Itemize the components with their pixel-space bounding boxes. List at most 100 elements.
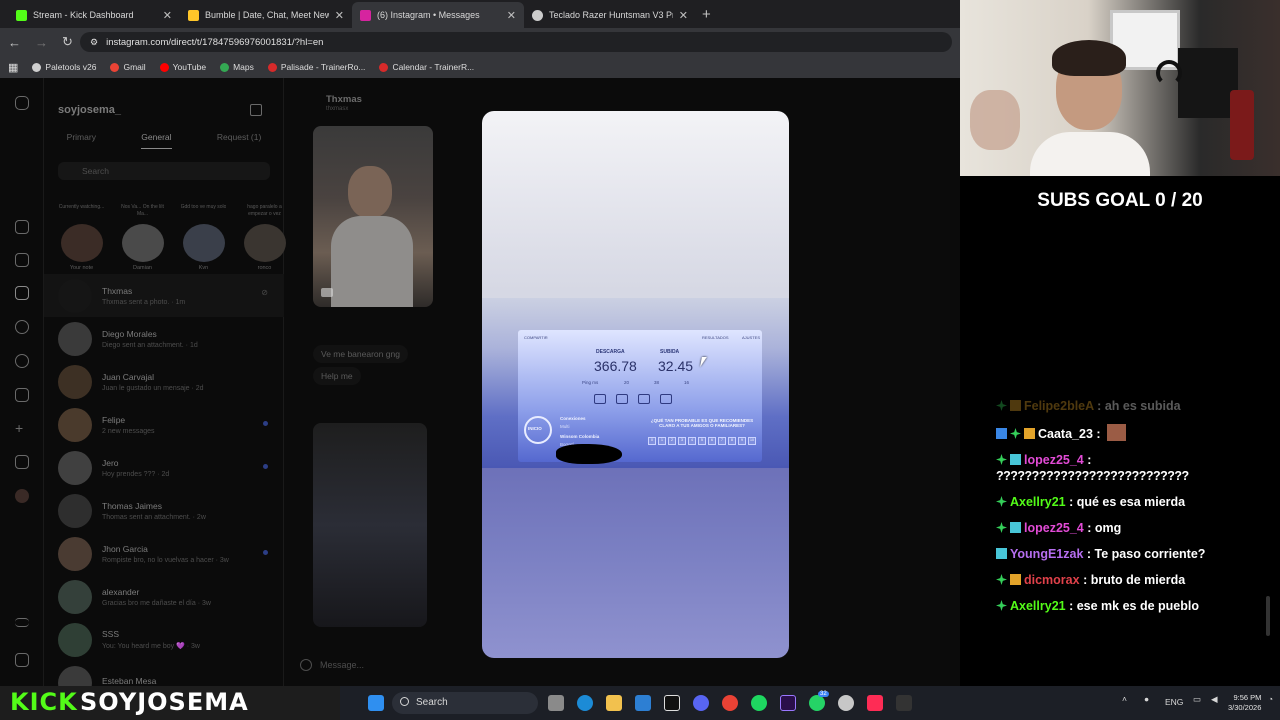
tab-primary[interactable]: Primary bbox=[67, 132, 96, 149]
more-menu-icon[interactable] bbox=[15, 618, 29, 627]
reload-icon[interactable]: ↻ bbox=[62, 34, 73, 50]
close-icon[interactable]: ✕ bbox=[679, 9, 688, 22]
chat-user: Axellry21 bbox=[1010, 599, 1066, 613]
shared-photo-thumbnail[interactable] bbox=[313, 423, 427, 627]
note-item[interactable]: Gdd too ve muy solo Kvn bbox=[180, 204, 227, 274]
close-icon[interactable]: ✕ bbox=[507, 9, 516, 22]
messages-icon[interactable] bbox=[15, 286, 29, 300]
kick-favicon-icon bbox=[16, 9, 27, 21]
note-bubble: Gdd too ve muy solo bbox=[180, 204, 227, 210]
streamer-hand bbox=[970, 90, 1020, 150]
file-explorer-icon[interactable] bbox=[606, 695, 622, 711]
avatar bbox=[58, 579, 92, 614]
back-icon[interactable]: ← bbox=[8, 35, 21, 50]
bookmark-youtube[interactable]: YouTube bbox=[159, 62, 206, 72]
notifications-icon[interactable]: ◔ bbox=[1268, 694, 1273, 704]
account-username[interactable]: soyjosema_ bbox=[58, 104, 121, 116]
premiere-icon[interactable] bbox=[780, 695, 796, 711]
search-icon[interactable] bbox=[15, 320, 29, 334]
conversation-preview: Gracias bro me dañaste el día · 3w bbox=[102, 599, 211, 607]
close-icon[interactable]: ✕ bbox=[335, 9, 344, 22]
tiktok-live-icon[interactable] bbox=[867, 695, 883, 711]
apps-grid-icon[interactable]: ▦ bbox=[8, 61, 18, 74]
profile-avatar-icon[interactable] bbox=[15, 489, 29, 503]
windows-start-icon[interactable] bbox=[368, 695, 384, 711]
tab-razer[interactable]: Teclado Razer Huntsman V3 Pro ✕ bbox=[524, 2, 696, 28]
search-input[interactable]: Search bbox=[58, 162, 270, 180]
tiktok-icon[interactable] bbox=[664, 695, 680, 711]
new-tab-icon[interactable]: + bbox=[702, 6, 711, 23]
bookmark-palisade[interactable]: Palisade - TrainerRo... bbox=[267, 62, 365, 72]
store-icon[interactable] bbox=[635, 695, 651, 711]
conversation-item[interactable]: SSS You: You heard me boy 💜 · 3w bbox=[44, 618, 284, 661]
shared-video-thumbnail[interactable] bbox=[313, 126, 433, 307]
explore-icon[interactable] bbox=[15, 354, 29, 368]
task-view-icon[interactable] bbox=[548, 695, 564, 711]
conversation-item[interactable]: Felipe 2 new messages bbox=[44, 403, 284, 446]
edge-icon[interactable] bbox=[577, 695, 593, 711]
display-icon[interactable]: ▭ bbox=[1193, 694, 1201, 705]
site-info-icon[interactable]: ⚙ bbox=[90, 37, 98, 48]
tab-kick-dashboard[interactable]: Stream - Kick Dashboard ✕ bbox=[8, 2, 180, 28]
conversation-item[interactable]: Juan Carvajal Juan le gustado un mensaje … bbox=[44, 360, 284, 403]
bookmark-maps[interactable]: Maps bbox=[220, 62, 254, 72]
tab-instagram[interactable]: (6) Instagram • Messages ✕ bbox=[352, 2, 524, 28]
bookmark-paletools[interactable]: Paletools v26 bbox=[32, 62, 96, 72]
forward-icon[interactable]: → bbox=[35, 35, 48, 50]
note-item[interactable]: hago paralelo a empezar o vez ronco bbox=[241, 204, 288, 274]
speedtest-mode-icons bbox=[594, 394, 672, 404]
close-icon[interactable]: ✕ bbox=[163, 9, 172, 22]
tab-requests[interactable]: Request (1) bbox=[217, 132, 261, 149]
conversation-item[interactable]: Diego Morales Diego sent an attachment. ·… bbox=[44, 317, 284, 360]
taskbar-clock[interactable]: 9:56 PM 3/30/2026 bbox=[1228, 693, 1261, 713]
app-icon[interactable] bbox=[838, 695, 854, 711]
spotify-icon[interactable] bbox=[751, 695, 767, 711]
chat-text: bruto de mierda bbox=[1090, 573, 1186, 587]
instagram-logo-icon[interactable] bbox=[15, 96, 29, 110]
language-indicator[interactable]: ENG bbox=[1165, 697, 1183, 707]
conversation-item[interactable]: Jero Hoy prendes ??? · 2d bbox=[44, 446, 284, 489]
microphone-icon[interactable]: ● bbox=[1144, 694, 1149, 704]
chat-user: dicmorax bbox=[1024, 573, 1080, 587]
bookmark-label: Maps bbox=[233, 62, 254, 72]
image-viewer[interactable]: COMPARTIR RESULTADOS AJUSTES DESCARGA 36… bbox=[482, 111, 789, 658]
whatsapp-icon[interactable] bbox=[809, 695, 825, 711]
conversation-item[interactable]: Thxmas Thxmas sent a photo. · 1m ⊘ bbox=[44, 274, 284, 317]
home-icon[interactable] bbox=[15, 220, 29, 234]
screen: Stream - Kick Dashboard ✕ Bumble | Date,… bbox=[0, 0, 1280, 720]
conversation-item[interactable]: Jhon Garcia Rompiste bro, no lo vuelvas a… bbox=[44, 532, 284, 575]
reels-icon[interactable] bbox=[15, 253, 29, 267]
conversation-item[interactable]: Thomas Jaimes Thomas sent an attachment. … bbox=[44, 489, 284, 532]
note-item[interactable]: Currently watching... Your note bbox=[58, 204, 105, 274]
create-icon[interactable]: + bbox=[15, 421, 29, 436]
heart-icon[interactable] bbox=[15, 388, 29, 402]
note-item[interactable]: Nos Va... On the lilt Ma... Damian bbox=[119, 204, 166, 274]
taskbar-search[interactable]: Search bbox=[392, 692, 538, 714]
bookmark-gmail[interactable]: Gmail bbox=[110, 62, 146, 72]
chrome-icon[interactable] bbox=[722, 695, 738, 711]
tab-bumble[interactable]: Bumble | Date, Chat, Meet New ✕ bbox=[180, 2, 352, 28]
chat-scrollbar[interactable] bbox=[1266, 596, 1270, 636]
dashboard-icon[interactable] bbox=[15, 455, 29, 469]
meta-apps-icon[interactable] bbox=[15, 653, 29, 667]
tray-overflow-icon[interactable]: ˄ bbox=[1122, 694, 1127, 704]
trainerroad-icon bbox=[267, 62, 277, 72]
obs-icon[interactable] bbox=[896, 695, 912, 711]
bookmark-calendar[interactable]: Calendar - TrainerR... bbox=[379, 62, 474, 72]
channel-name: SOYJOSEMA bbox=[80, 688, 249, 716]
share-label: COMPARTIR bbox=[524, 335, 548, 340]
badge-icon bbox=[996, 496, 1007, 507]
thread-title[interactable]: Thxmas bbox=[326, 94, 362, 105]
tab-general[interactable]: General bbox=[141, 132, 172, 149]
address-bar[interactable]: ⚙ instagram.com/direct/t/178475969760018… bbox=[80, 32, 952, 52]
compose-icon[interactable] bbox=[250, 104, 262, 116]
note-bubble: Nos Va... On the lilt Ma... bbox=[121, 204, 164, 217]
sub-badge-icon bbox=[996, 548, 1007, 559]
emoji-icon[interactable] bbox=[300, 659, 312, 671]
discord-icon[interactable] bbox=[693, 695, 709, 711]
conversation-name: Diego Morales bbox=[102, 328, 157, 339]
conversation-item[interactable]: alexander Gracias bro me dañaste el día ·… bbox=[44, 575, 284, 618]
download-label: DESCARGA bbox=[596, 349, 625, 355]
scale-option: 8 bbox=[728, 437, 736, 445]
volume-icon[interactable]: ◀ bbox=[1211, 694, 1218, 705]
